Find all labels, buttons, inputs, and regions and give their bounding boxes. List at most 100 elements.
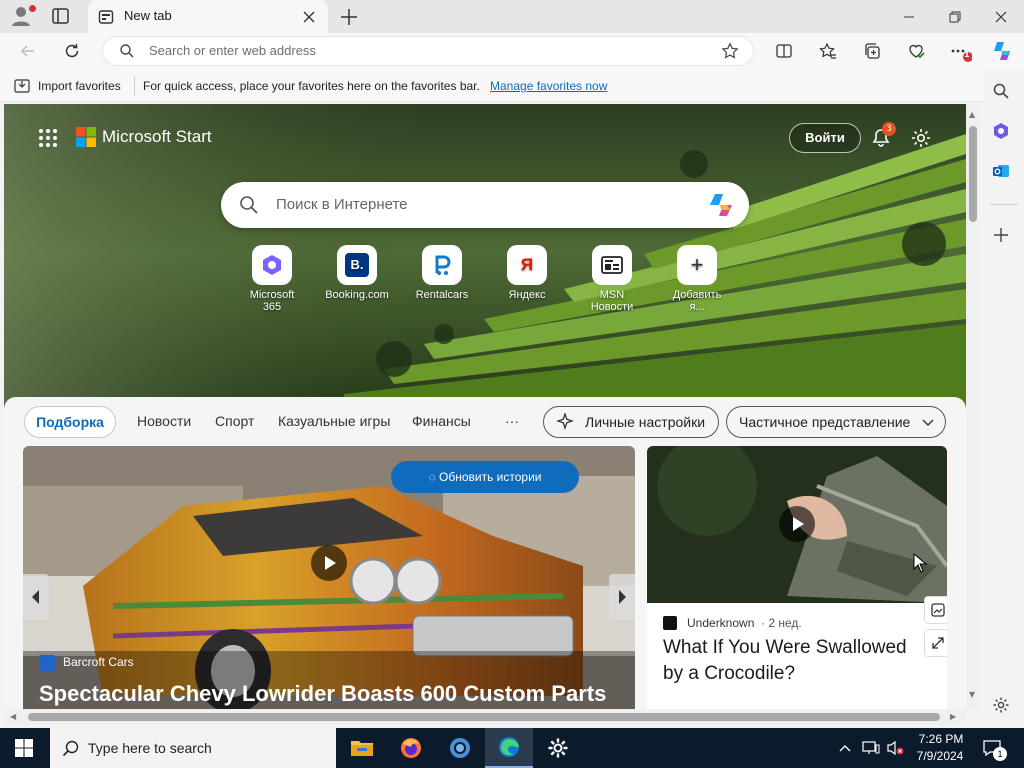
category-tab-featured[interactable]: Подборка xyxy=(24,406,116,438)
shortcut-booking[interactable]: B. Booking.com xyxy=(325,245,389,301)
new-tab-button[interactable] xyxy=(338,6,360,28)
sidebar-search-icon[interactable] xyxy=(992,82,1010,100)
shortcut-microsoft-365[interactable]: Microsoft 365 xyxy=(240,245,304,313)
refresh-stories-button[interactable]: ◌ Обновить истории xyxy=(391,461,579,493)
visual-search-icon[interactable] xyxy=(924,596,947,624)
category-tab-news[interactable]: Новости xyxy=(137,413,191,429)
edge-taskbar-icon[interactable] xyxy=(485,728,533,768)
close-window-button[interactable] xyxy=(978,0,1024,33)
main-story-source: Barcroft Cars xyxy=(63,655,134,669)
settings-more-icon[interactable]: 1 xyxy=(948,39,972,63)
msn-search-input[interactable]: Поиск в Интернете xyxy=(276,196,408,213)
scroll-down-icon[interactable]: ▼ xyxy=(969,690,975,699)
category-tab-sport[interactable]: Спорт xyxy=(215,413,254,429)
page-settings-gear-icon[interactable] xyxy=(910,127,932,149)
clock-date[interactable]: 7/9/2024 xyxy=(911,749,969,763)
sidebar-outlook-icon[interactable] xyxy=(992,162,1010,180)
shortcut-label: Добавить я... xyxy=(672,289,722,313)
copilot-icon[interactable] xyxy=(990,39,1014,63)
manage-favorites-link[interactable]: Manage favorites now xyxy=(490,79,607,93)
carousel-next-button[interactable] xyxy=(609,574,635,620)
play-icon[interactable] xyxy=(779,506,815,542)
apps-launcher-icon[interactable] xyxy=(38,128,58,148)
shortcut-add[interactable]: + Добавить я... xyxy=(665,245,729,313)
collections-icon[interactable] xyxy=(860,39,884,63)
taskbar-search-box[interactable]: Type here to search xyxy=(50,728,336,768)
shortcut-msn-news[interactable]: MSN Новости xyxy=(580,245,644,313)
main-story-title[interactable]: Spectacular Chevy Lowrider Boasts 600 Cu… xyxy=(39,681,606,707)
tab-new-tab[interactable]: New tab xyxy=(88,0,328,33)
back-button[interactable] xyxy=(16,39,40,63)
show-hidden-icons-chevron[interactable] xyxy=(838,741,852,755)
tab-actions-icon[interactable] xyxy=(50,6,72,26)
chrome-icon[interactable] xyxy=(436,728,484,768)
favorites-hint: For quick access, place your favorites h… xyxy=(143,79,480,93)
microsoft-logo-icon xyxy=(76,127,96,147)
view-mode-dropdown[interactable]: Частичное представление xyxy=(726,406,946,438)
carousel-prev-button[interactable] xyxy=(23,574,49,620)
rentalcars-icon xyxy=(422,245,462,285)
favbar-divider xyxy=(134,76,135,96)
refresh-button[interactable] xyxy=(60,39,84,63)
profile-icon[interactable] xyxy=(8,4,36,28)
category-tab-games[interactable]: Казуальные игры xyxy=(278,413,390,429)
shortcut-rentalcars[interactable]: Rentalcars xyxy=(410,245,474,301)
address-bar[interactable]: Search or enter web address xyxy=(102,36,754,66)
vertical-scroll-thumb[interactable] xyxy=(969,126,977,222)
category-tab-finance[interactable]: Финансы xyxy=(412,413,471,429)
add-icon: + xyxy=(677,245,717,285)
favorite-star-icon[interactable] xyxy=(721,42,739,60)
taskbar: Type here to search 7:26 PM 7/9/2024 1 xyxy=(0,728,1024,768)
side-story-source: Underknown xyxy=(687,616,755,630)
network-icon[interactable] xyxy=(862,740,880,756)
taskbar-search-input[interactable]: Type here to search xyxy=(88,740,212,756)
shortcut-label: Microsoft 365 xyxy=(249,289,295,313)
scroll-up-icon[interactable]: ▲ xyxy=(969,110,975,119)
side-story-title-line1[interactable]: What If You Were Swallowed xyxy=(663,637,907,659)
scroll-right-icon[interactable]: ▶ xyxy=(950,712,956,721)
shortcut-yandex[interactable]: Я Яндекс xyxy=(495,245,559,301)
tab-title: New tab xyxy=(124,8,172,23)
file-explorer-icon[interactable] xyxy=(338,728,386,768)
shortcut-label: Rentalcars xyxy=(415,289,469,301)
split-screen-icon[interactable] xyxy=(772,39,796,63)
sparkle-icon xyxy=(556,413,574,431)
start-button[interactable] xyxy=(0,728,48,768)
side-story-card[interactable]: Underknown · 2 нед. What If You Were Swa… xyxy=(647,446,947,709)
chevron-down-icon xyxy=(921,416,935,430)
play-icon[interactable] xyxy=(311,545,347,581)
msn-copilot-icon[interactable] xyxy=(707,192,735,218)
msn-search-box[interactable]: Поиск в Интернете xyxy=(221,182,749,228)
vertical-scrollbar[interactable]: ▲ ▼ xyxy=(966,104,980,709)
msn-search-icon xyxy=(239,195,259,215)
firefox-icon[interactable] xyxy=(387,728,435,768)
sidebar-copilot-365-icon[interactable] xyxy=(992,122,1010,140)
more-notification-count: 1 xyxy=(964,50,970,59)
restore-button[interactable] xyxy=(932,0,978,33)
msn-brand[interactable]: Microsoft Start xyxy=(102,127,212,147)
category-more-button[interactable]: ··· xyxy=(505,413,519,429)
address-input[interactable]: Search or enter web address xyxy=(149,43,316,58)
browser-essentials-icon[interactable] xyxy=(904,39,928,63)
signin-button[interactable]: Войти xyxy=(789,123,861,153)
minimize-button[interactable] xyxy=(886,0,932,33)
side-story-title-line2[interactable]: by a Crocodile? xyxy=(663,663,795,685)
personal-settings-button[interactable]: Личные настройки xyxy=(543,406,719,438)
tab-close-icon[interactable] xyxy=(300,8,318,26)
sidebar-settings-icon[interactable] xyxy=(992,696,1010,714)
sidebar-add-icon[interactable] xyxy=(993,227,1009,243)
volume-muted-icon[interactable] xyxy=(886,740,904,756)
favorites-bar: Import favorites For quick access, place… xyxy=(0,70,1024,102)
favorites-icon[interactable] xyxy=(816,39,840,63)
search-icon xyxy=(119,43,135,59)
horizontal-scrollbar[interactable]: ◀ ▶ xyxy=(4,709,966,725)
import-favorites-icon xyxy=(14,78,30,94)
page-content: Microsoft Start Войти 3 Поиск в Интернет… xyxy=(4,104,966,709)
horizontal-scroll-thumb[interactable] xyxy=(28,713,940,721)
main-story-card[interactable]: ◌ Обновить истории Barcroft Cars Spectac… xyxy=(23,446,635,709)
settings-taskbar-icon[interactable] xyxy=(534,728,582,768)
expand-icon[interactable] xyxy=(924,629,947,657)
import-favorites-button[interactable]: Import favorites xyxy=(38,79,121,93)
clock-time[interactable]: 7:26 PM xyxy=(917,732,965,746)
scroll-left-icon[interactable]: ◀ xyxy=(10,712,16,721)
